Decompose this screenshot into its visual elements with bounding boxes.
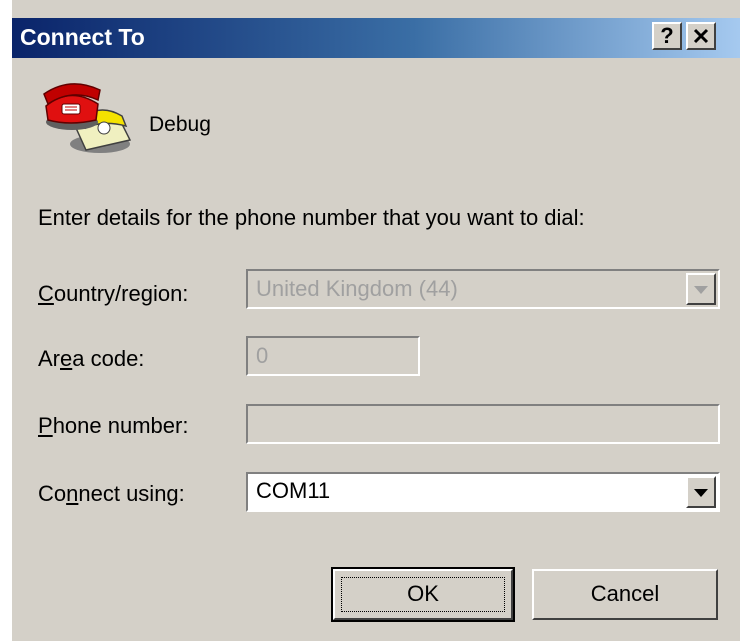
connect-to-dialog: Connect To ? Debug Enter details for the… bbox=[10, 0, 740, 641]
country-region-label: Country/region: bbox=[38, 281, 189, 306]
connection-name: Debug bbox=[149, 113, 211, 136]
window-title: Connect To bbox=[20, 24, 145, 50]
phone-number-input[interactable] bbox=[246, 404, 720, 444]
help-button[interactable]: ? bbox=[652, 22, 682, 50]
connect-using-value: COM11 bbox=[256, 478, 331, 503]
chevron-down-icon bbox=[694, 489, 708, 497]
chevron-down-icon bbox=[694, 286, 708, 294]
title-bar[interactable]: Connect To ? bbox=[12, 18, 740, 58]
connect-using-dropdown-button[interactable] bbox=[686, 476, 716, 508]
close-button[interactable] bbox=[686, 22, 716, 50]
area-code-label: Area code: bbox=[38, 346, 145, 371]
phone-icon bbox=[43, 83, 132, 153]
close-icon bbox=[693, 28, 709, 44]
country-dropdown-button[interactable] bbox=[686, 273, 716, 305]
ok-button-label: OK bbox=[407, 581, 439, 606]
cancel-button[interactable]: Cancel bbox=[532, 569, 718, 620]
connect-using-label: Connect using: bbox=[38, 481, 185, 506]
connect-using-select[interactable]: COM11 bbox=[246, 472, 720, 512]
area-code-input[interactable]: 0 bbox=[246, 336, 420, 376]
country-region-select[interactable]: United Kingdom (44) bbox=[246, 269, 720, 309]
ok-button[interactable]: OK bbox=[331, 567, 515, 622]
country-region-value: United Kingdom (44) bbox=[256, 276, 458, 301]
phone-number-label: Phone number: bbox=[38, 413, 189, 438]
instructions-text: Enter details for the phone number that … bbox=[38, 205, 585, 230]
